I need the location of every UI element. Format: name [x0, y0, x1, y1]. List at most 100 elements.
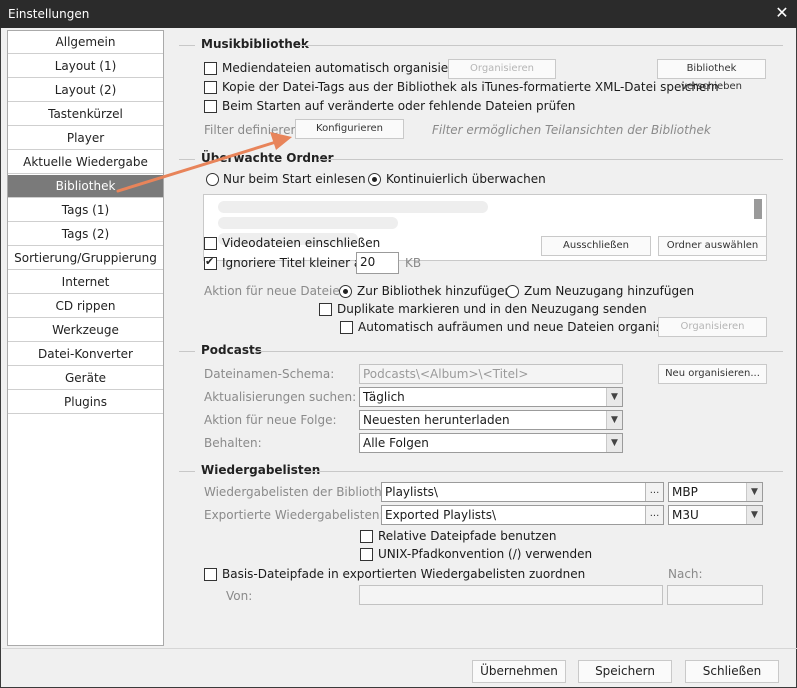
exported-playlists-path-input[interactable]: Exported Playlists\ ... [381, 505, 664, 525]
scan-on-start-label: Nur beim Start einlesen [223, 172, 366, 186]
include-videos-label: Videodateien einschließen [222, 236, 381, 250]
unix-paths-label: UNIX-Pfadkonvention (/) verwenden [378, 547, 593, 561]
chevron-down-icon[interactable]: ▼ [606, 388, 622, 406]
sidebar-item-tags-2[interactable]: Tags (2) [8, 223, 163, 246]
chevron-down-icon[interactable]: ▼ [746, 483, 762, 501]
unix-paths-checkbox[interactable] [360, 548, 373, 561]
section-divider [298, 45, 783, 46]
sidebar-item-bibliothek[interactable]: Bibliothek [8, 175, 163, 198]
keep-label: Behalten: [204, 436, 262, 450]
sidebar-item-layout-2[interactable]: Layout (2) [8, 79, 163, 102]
dialog-body: Allgemein Layout (1) Layout (2) Tastenkü… [0, 28, 797, 688]
sidebar-item-tags-1[interactable]: Tags (1) [8, 199, 163, 222]
from-path-input[interactable] [359, 585, 663, 605]
scan-on-start-radio[interactable] [206, 173, 219, 186]
auto-cleanup-checkbox[interactable] [340, 321, 353, 334]
chevron-down-icon[interactable]: ▼ [746, 506, 762, 524]
new-episode-action-select[interactable]: Neuesten herunterladen ▼ [359, 410, 623, 430]
sidebar-item-tastenkuerzel[interactable]: Tastenkürzel [8, 103, 163, 126]
sidebar-item-layout-1[interactable]: Layout (1) [8, 55, 163, 78]
add-to-library-radio[interactable] [339, 285, 352, 298]
organize-checkbox[interactable] [204, 62, 217, 75]
section-title-watched-folders: Überwachte Ordner [201, 151, 334, 165]
exported-playlists-label: Exportierte Wiedergabelisten: [204, 508, 384, 522]
section-divider [256, 351, 783, 352]
sidebar-item-werkzeuge[interactable]: Werkzeuge [8, 319, 163, 342]
sidebar-item-allgemein[interactable]: Allgemein [8, 31, 163, 54]
sidebar-item-label: CD rippen [55, 299, 116, 313]
exclude-button[interactable]: Ausschließen [541, 236, 651, 256]
window-titlebar: Einstellungen ✕ [0, 0, 797, 28]
library-playlists-path-input[interactable]: Playlists\ ... [381, 482, 664, 502]
to-path-input[interactable] [667, 585, 763, 605]
sidebar-item-cd-rippen[interactable]: CD rippen [8, 295, 163, 318]
save-button[interactable]: Speichern [578, 660, 672, 683]
settings-sidebar: Allgemein Layout (1) Layout (2) Tastenkü… [7, 30, 164, 646]
close-icon[interactable]: ✕ [773, 4, 791, 22]
sidebar-item-label: Tastenkürzel [48, 107, 123, 121]
section-title-podcasts: Podcasts [201, 343, 262, 357]
blurred-folder-path [218, 201, 488, 213]
sidebar-item-sortierung[interactable]: Sortierung/Gruppierung [8, 247, 163, 270]
mark-duplicates-checkbox[interactable] [319, 303, 332, 316]
move-library-button[interactable]: Bibliothek verschieben [657, 59, 766, 92]
sidebar-item-label: Datei-Konverter [37, 347, 133, 361]
include-videos-checkbox[interactable] [204, 237, 217, 250]
check-files-label: Beim Starten auf veränderte oder fehlend… [222, 99, 576, 113]
check-files-checkbox[interactable] [204, 100, 217, 113]
ignore-small-label: Ignoriere Titel kleiner als [222, 256, 371, 270]
sidebar-item-player[interactable]: Player [8, 127, 163, 150]
itunes-xml-checkbox[interactable] [204, 81, 217, 94]
sidebar-item-label: Allgemein [55, 35, 116, 49]
from-label: Von: [226, 589, 253, 603]
ignore-size-unit: KB [405, 256, 422, 270]
sidebar-item-label: Layout (2) [54, 83, 117, 97]
section-divider [179, 471, 195, 472]
sidebar-item-datei-konverter[interactable]: Datei-Konverter [8, 343, 163, 366]
close-button[interactable]: Schließen [685, 660, 779, 683]
basis-paths-checkbox[interactable] [204, 568, 217, 581]
basis-paths-label: Basis-Dateipfade in exportierten Wiederg… [222, 567, 586, 581]
exported-playlists-format-select[interactable]: M3U ▼ [668, 505, 763, 525]
sidebar-item-label: Werkzeuge [52, 323, 119, 337]
sidebar-item-geraete[interactable]: Geräte [8, 367, 163, 390]
organize-button[interactable]: Organisieren [448, 59, 556, 79]
browse-icon[interactable]: ... [645, 506, 663, 524]
reorganize-button[interactable]: Neu organisieren... [658, 364, 767, 384]
update-interval-select[interactable]: Täglich ▼ [359, 387, 623, 407]
chevron-down-icon[interactable]: ▼ [606, 434, 622, 452]
mark-duplicates-label: Duplikate markieren und in den Neuzugang… [337, 302, 647, 316]
sidebar-item-label: Sortierung/Gruppierung [14, 251, 157, 265]
library-playlists-format-select[interactable]: MBP ▼ [668, 482, 763, 502]
continuous-watch-label: Kontinuierlich überwachen [386, 172, 546, 186]
section-divider [179, 159, 195, 160]
sidebar-item-label: Plugins [64, 395, 107, 409]
to-label: Nach: [668, 567, 703, 581]
browse-icon[interactable]: ... [645, 483, 663, 501]
chevron-down-icon[interactable]: ▼ [606, 411, 622, 429]
sidebar-item-internet[interactable]: Internet [8, 271, 163, 294]
sidebar-item-plugins[interactable]: Plugins [8, 391, 163, 414]
apply-button[interactable]: Übernehmen [472, 660, 566, 683]
filter-hint: Filter ermöglichen Teilansichten der Bib… [432, 123, 711, 137]
filename-schema-input[interactable]: Podcasts\<Album>\<Titel> [359, 364, 623, 384]
ignore-size-input[interactable]: 20 [356, 252, 399, 274]
window-title: Einstellungen [8, 7, 90, 21]
library-playlists-label: Wiedergabelisten der Bibliothek: [204, 485, 401, 499]
update-interval-value: Täglich [363, 390, 405, 404]
sidebar-item-label: Player [66, 131, 105, 145]
organize-new-files-button[interactable]: Organisieren [658, 317, 767, 337]
sidebar-item-aktuelle-wiedergabe[interactable]: Aktuelle Wiedergabe [8, 151, 163, 174]
ignore-small-checkbox[interactable] [204, 255, 217, 270]
continuous-watch-radio[interactable] [368, 173, 381, 186]
exported-playlists-path-value: Exported Playlists\ [385, 508, 497, 522]
keep-select[interactable]: Alle Folgen ▼ [359, 433, 623, 453]
choose-folder-button[interactable]: Ordner auswählen [658, 236, 767, 256]
configure-filter-button[interactable]: Konfigurieren [295, 119, 404, 139]
section-title-musikbibliothek: Musikbibliothek [201, 37, 309, 51]
new-episode-action-value: Neuesten herunterladen [363, 413, 510, 427]
library-playlists-path-value: Playlists\ [385, 485, 438, 499]
add-to-inbox-radio[interactable] [506, 285, 519, 298]
relative-paths-checkbox[interactable] [360, 530, 373, 543]
folder-list-scrollbar[interactable] [754, 199, 762, 219]
